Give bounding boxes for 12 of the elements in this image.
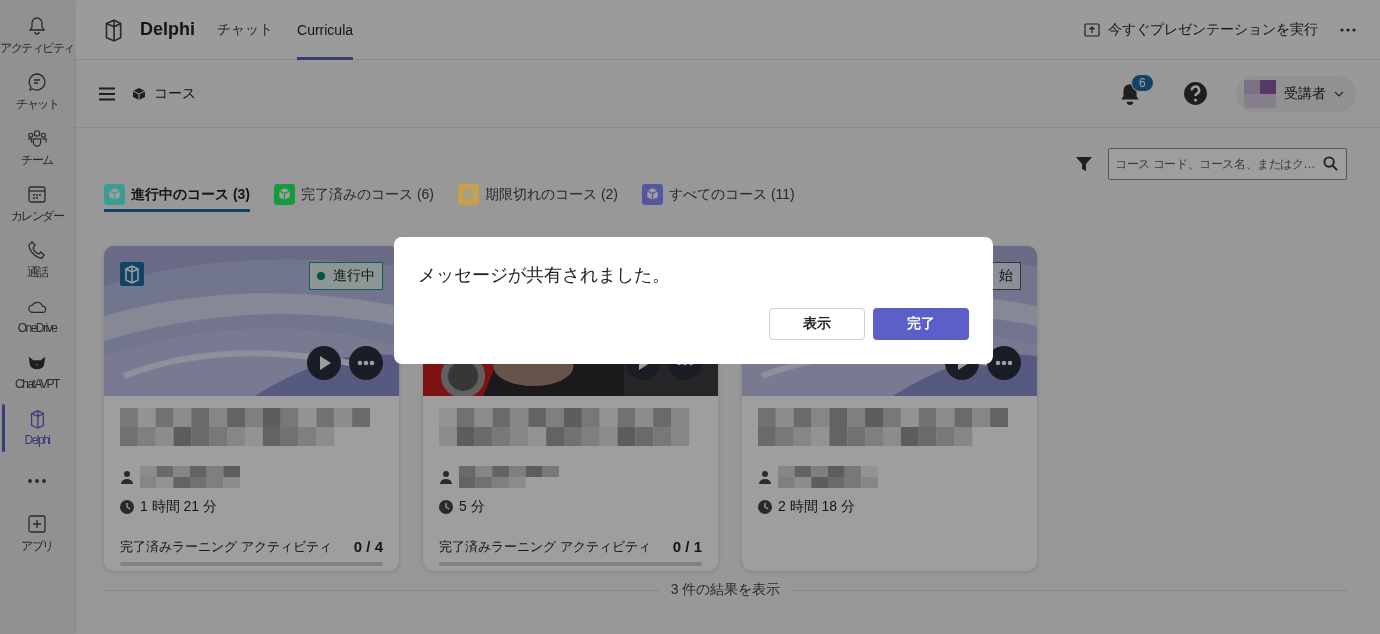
results-count: 3 件の結果を表示 <box>670 581 781 599</box>
progress-label: 完了済みラーニング アクティビティ <box>439 538 651 556</box>
notification-badge: 6 <box>1131 73 1154 92</box>
progress-label: 完了済みラーニング アクティビティ <box>120 538 332 556</box>
status-badge: 進行中 <box>309 262 383 290</box>
app-name: Delphi <box>140 19 195 40</box>
duration: 2 時間 18 分 <box>778 498 856 516</box>
progress-count: 0 / 4 <box>353 538 383 556</box>
duration: 1 時間 21 分 <box>140 498 218 516</box>
progress-count: 0 / 1 <box>672 538 702 556</box>
page-title: コース <box>154 84 196 103</box>
duration: 5 分 <box>459 498 485 516</box>
